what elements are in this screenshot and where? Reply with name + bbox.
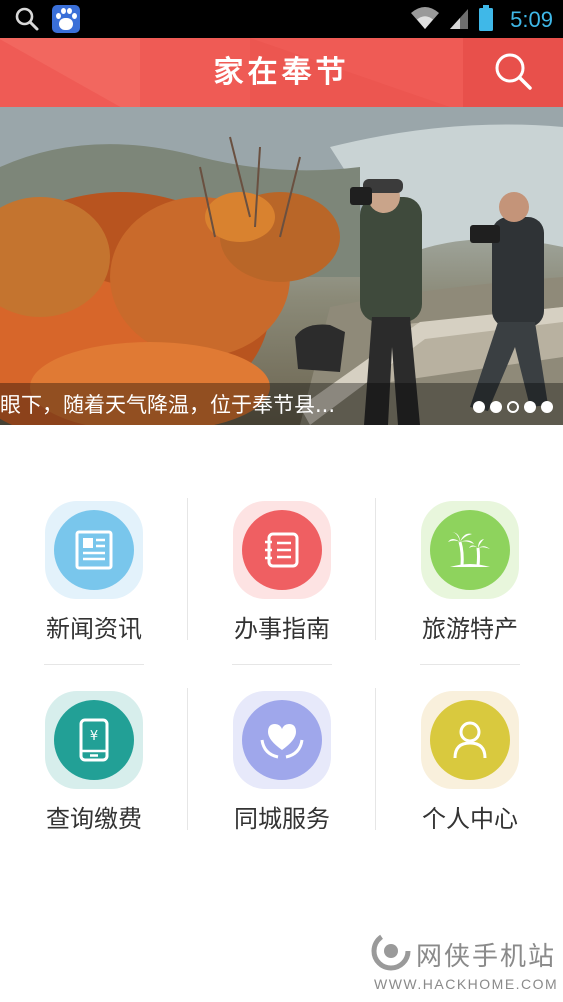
wifi-icon (410, 5, 440, 35)
palm-tree-icon (430, 510, 510, 590)
baidu-app-icon (52, 5, 80, 33)
carousel-dot[interactable] (490, 401, 502, 413)
heart-hands-icon-halo (233, 691, 331, 789)
user-icon-halo (421, 691, 519, 789)
carousel-dot[interactable] (541, 401, 553, 413)
carousel-dot[interactable] (507, 401, 519, 413)
news-icon-halo (45, 501, 143, 599)
search-icon (493, 51, 533, 95)
menu-item-label: 旅游特产 (422, 615, 518, 643)
menu-item-guide[interactable]: 办事指南 (188, 498, 376, 648)
svg-text:¥: ¥ (90, 729, 98, 744)
watermark-name: 网侠手机站 (416, 942, 557, 972)
news-banner-carousel[interactable]: 眼下，随着天气降温，位于奉节县... (0, 107, 563, 425)
carousel-dot[interactable] (524, 401, 536, 413)
news-icon (54, 510, 134, 590)
status-bar: 5:09 (0, 0, 563, 38)
watermark: 网侠手机站 WWW.HACKHOME.COM (370, 928, 560, 998)
menu-item-news[interactable]: 新闻资讯 (0, 498, 188, 648)
phone-payment-icon-halo: ¥ (45, 691, 143, 789)
grid-divider (420, 664, 520, 665)
carousel-dot[interactable] (473, 401, 485, 413)
banner-photo (0, 107, 563, 425)
heart-hands-icon (242, 700, 322, 780)
app-title: 家在奉节 (213, 55, 350, 90)
service-grid: 新闻资讯 办事指南 旅游特产 ¥ 查询缴费 同城服务 个人中心 (0, 498, 563, 838)
status-clock: 5:09 (510, 7, 553, 32)
search-icon (14, 6, 40, 32)
menu-item-city-service[interactable]: 同城服务 (188, 688, 376, 838)
grid-divider (232, 664, 332, 665)
menu-item-label: 同城服务 (234, 805, 330, 833)
guide-icon-halo (233, 501, 331, 599)
header-search-button[interactable] (463, 38, 563, 107)
banner-caption: 眼下，随着天气降温，位于奉节县... (0, 393, 336, 417)
menu-item-label: 个人中心 (422, 805, 518, 833)
app-header: 家在奉节 (0, 38, 563, 107)
menu-item-label: 办事指南 (234, 615, 330, 643)
battery-icon (478, 4, 494, 36)
menu-item-profile[interactable]: 个人中心 (376, 688, 563, 838)
menu-item-label: 新闻资讯 (46, 615, 142, 643)
menu-item-label: 查询缴费 (46, 805, 142, 833)
signal-icon (448, 5, 470, 35)
carousel-indicators (473, 401, 553, 413)
app-screen: 5:09 家在奉节 眼下，随着天气降温，位于奉节县... 新闻资讯 办事指南 旅… (0, 0, 563, 1002)
guide-icon (242, 510, 322, 590)
user-icon (430, 700, 510, 780)
phone-payment-icon: ¥ (54, 700, 134, 780)
watermark-url: WWW.HACKHOME.COM (374, 976, 559, 992)
palm-tree-icon-halo (421, 501, 519, 599)
grid-divider (44, 664, 144, 665)
menu-item-tourism[interactable]: 旅游特产 (376, 498, 563, 648)
menu-item-payment[interactable]: ¥ 查询缴费 (0, 688, 188, 838)
